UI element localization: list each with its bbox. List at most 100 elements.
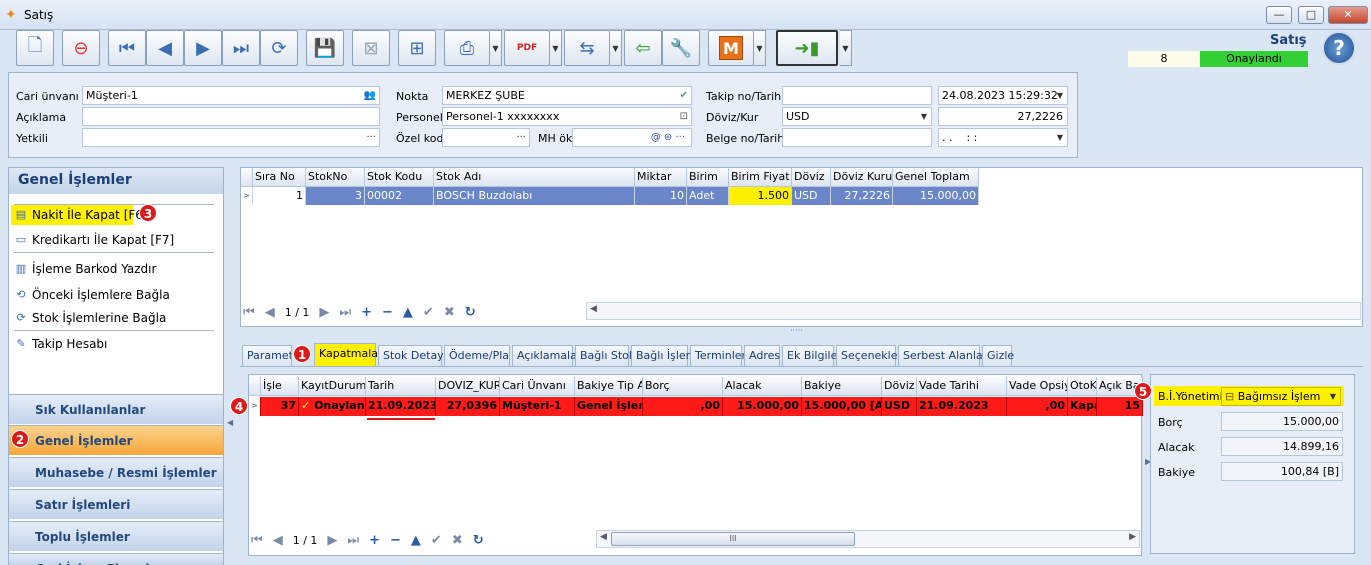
cell-stok-adi[interactable]: BOSCH Buzdolabı <box>434 187 635 205</box>
close-button[interactable]: ✕ <box>1328 6 1368 24</box>
maximize-button[interactable]: □ <box>1298 6 1324 24</box>
horizontal-scrollbar[interactable]: ◀ <box>586 302 1361 320</box>
last-icon[interactable]: ⏭ <box>347 533 359 548</box>
nav-genel-islemler[interactable]: Genel İşlemler <box>9 425 223 455</box>
col-alacak[interactable]: Alacak <box>723 377 802 396</box>
left-item-barkod[interactable]: ▥ İşleme Barkod Yazdır <box>14 260 157 278</box>
col-stok-adi[interactable]: Stok Adı <box>434 168 635 187</box>
nav-satir-islemleri[interactable]: Satır İşlemleri <box>9 489 223 519</box>
m-button[interactable]: M <box>708 30 754 66</box>
tab-odeme-plan[interactable]: Ödeme/Plan <box>444 345 510 366</box>
tab-serbest-alanlar[interactable]: Serbest Alanlar <box>898 345 987 366</box>
col-doviz-kuru[interactable]: Döviz Kuru <box>831 168 893 187</box>
col-sira-no[interactable]: Sıra No <box>253 168 306 187</box>
chevron-down-icon[interactable]: ▼ <box>1057 129 1063 146</box>
col-vade-opsiyon[interactable]: Vade Opsiyon <box>1007 377 1068 396</box>
cell-alacak[interactable]: 15.000,00 <box>723 397 802 416</box>
cell-borc[interactable]: ,00 <box>643 397 723 416</box>
cell-vade-tarihi[interactable]: 21.09.2023 <box>917 397 1007 416</box>
belge-field[interactable] <box>782 128 932 147</box>
import-button[interactable]: ⇦ <box>624 30 662 66</box>
left-item-stok[interactable]: ⟳ Stok İşlemlerine Bağla <box>14 309 166 327</box>
first-icon[interactable]: ⏮ <box>251 533 263 548</box>
refresh-icon[interactable]: ↻ <box>473 533 484 548</box>
tools-button[interactable]: 🔧 <box>662 30 700 66</box>
delete-record-button[interactable]: ⊖ <box>62 30 100 66</box>
cari-field[interactable]: Müşteri-1 👥 <box>82 86 380 105</box>
up-icon[interactable]: ▲ <box>403 305 413 320</box>
cell-kayit-durumu[interactable]: ✓ Onaylan <box>299 397 366 416</box>
chevron-down-icon[interactable]: ▼ <box>1057 87 1063 104</box>
chevron-down-icon[interactable]: ▼ <box>921 108 927 125</box>
bi-yonetimi-select[interactable]: ⊟ Bağımsız İşlem ▼ <box>1221 387 1341 406</box>
cell-doviz[interactable]: USD <box>882 397 917 416</box>
col-cari-unvani[interactable]: Cari Ünvanı <box>500 377 575 396</box>
next-icon[interactable]: ▶ <box>319 305 329 320</box>
print-button[interactable]: ⎙ <box>444 30 490 66</box>
chevron-down-icon[interactable]: ▼ <box>1330 388 1336 405</box>
nav-cari-islem[interactable]: Cari İşlem Ekranları <box>9 553 223 565</box>
refresh-icon[interactable]: ↻ <box>465 305 476 320</box>
collapse-arrow-icon[interactable]: ◀ <box>227 418 233 427</box>
first-icon[interactable]: ⏮ <box>243 305 255 320</box>
exit-button[interactable]: ➜▮ <box>776 30 838 66</box>
check-icon[interactable]: ✔ <box>431 533 442 548</box>
scroll-right-icon[interactable]: ▶ <box>1129 532 1136 542</box>
nav-toplu-islemler[interactable]: Toplu İşlemler <box>9 521 223 551</box>
cell-doviz-kuru[interactable]: 27,2226 <box>831 187 893 205</box>
cell-genel-toplam[interactable]: 15.000,00 <box>893 187 979 205</box>
first-record-button[interactable]: ⏮ <box>108 30 146 66</box>
tab-bagli-islem[interactable]: Bağlı İşlem <box>631 345 696 366</box>
col-otoka[interactable]: OtoKa <box>1068 377 1097 396</box>
tab-bagli-stok[interactable]: Bağlı Stok <box>575 345 635 366</box>
last-record-button[interactable]: ⏭ <box>222 30 260 66</box>
col-doviz[interactable]: Döviz <box>792 168 831 187</box>
add-icon[interactable]: + <box>369 533 380 548</box>
takip-date-field[interactable]: 24.08.2023 15:29:32 ▼ <box>938 86 1068 105</box>
next-icon[interactable]: ▶ <box>327 533 337 548</box>
aciklama-field[interactable] <box>82 107 380 126</box>
transfer-button[interactable]: ⇆ <box>564 30 610 66</box>
save-button[interactable]: 💾 <box>306 30 344 66</box>
tab-secenekler[interactable]: Seçenekler <box>836 345 902 366</box>
ozelkod-field[interactable]: ··· <box>442 128 530 147</box>
cell-isle[interactable]: 37 <box>261 397 299 416</box>
cell-acik-ba[interactable]: 15 <box>1097 397 1143 416</box>
tab-parametre[interactable]: Parametre <box>242 345 292 366</box>
cell-tarih[interactable]: 21.09.2023 <box>366 397 436 416</box>
col-stok-kodu[interactable]: Stok Kodu <box>365 168 434 187</box>
nokta-field[interactable]: MERKEZ ŞUBE ✔ <box>442 86 692 105</box>
tab-gizle[interactable]: Gizle <box>982 345 1014 366</box>
cell-miktar[interactable]: 10 <box>635 187 687 205</box>
left-item-takip[interactable]: ✎ Takip Hesabı <box>14 335 107 353</box>
ellipsis-icon[interactable]: ··· <box>366 129 376 146</box>
tab-aciklamalar[interactable]: Açıklamalar <box>512 345 581 366</box>
cell-bakiye[interactable]: 15.000,00 [A] <box>802 397 882 416</box>
col-bakiye[interactable]: Bakiye <box>802 377 882 396</box>
col-bakiye-tip[interactable]: Bakiye Tip Açı <box>575 377 643 396</box>
cell-birim-fiyat[interactable]: 1.500 <box>729 187 792 205</box>
cancel-save-button[interactable]: ⊠ <box>352 30 390 66</box>
up-icon[interactable]: ▲ <box>411 533 421 548</box>
tab-stok-detayi[interactable]: Stok Detayı <box>378 345 447 366</box>
cell-bakiye-tip[interactable]: Genel İşlem <box>575 397 643 416</box>
col-stokno[interactable]: StokNo <box>306 168 365 187</box>
tab-ek-bilgiler[interactable]: Ek Bilgiler <box>782 345 842 366</box>
left-item-kredikarti[interactable]: ▭ Kredikartı İle Kapat [F7] <box>14 231 174 249</box>
cell-vade-opsiyon[interactable]: ,00 <box>1007 397 1068 416</box>
cell-cari-unvani[interactable]: Müşteri-1 <box>500 397 575 416</box>
exit-dropdown[interactable]: ▼ <box>840 30 852 66</box>
mhok-field[interactable]: @ ⊜ ··· <box>572 128 692 147</box>
splitter[interactable]: ····· <box>240 326 1363 336</box>
takip-field[interactable] <box>782 86 932 105</box>
tab-adres[interactable]: Adres <box>744 345 780 366</box>
scroll-thumb[interactable]: III <box>611 532 855 546</box>
kur-field[interactable]: 27,2226 <box>938 107 1068 126</box>
transfer-dropdown[interactable]: ▼ <box>610 30 622 66</box>
left-item-onceki[interactable]: ⟲ Önceki İşlemlere Bağla <box>14 286 169 304</box>
col-tarih[interactable]: Tarih <box>366 377 436 396</box>
print-dropdown[interactable]: ▼ <box>490 30 502 66</box>
col-vade-tarihi[interactable]: Vade Tarihi <box>917 377 1007 396</box>
new-record-button[interactable]: 🗋 <box>16 30 54 66</box>
col-borc[interactable]: Borç <box>643 377 723 396</box>
